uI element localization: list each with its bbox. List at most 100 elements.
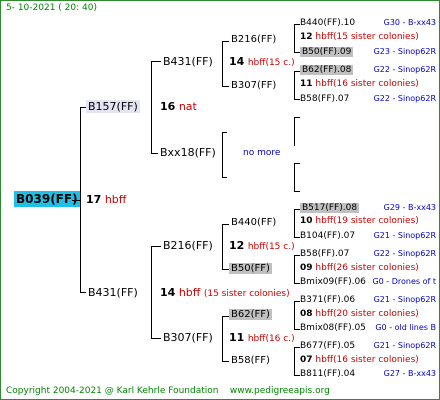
connector (222, 316, 223, 362)
gen4-queen-11[interactable]: B811(FF).04 (300, 369, 355, 379)
gen4-queen-4[interactable]: B517(FF).08 (300, 203, 360, 213)
connector (80, 292, 86, 293)
gen4-queen-6[interactable]: B58(FF).07 (300, 249, 349, 259)
connector (151, 338, 161, 339)
connector (222, 132, 227, 133)
gen2-number-0: 14 (229, 55, 245, 68)
connector (294, 329, 300, 330)
gen2-queen-0[interactable]: B431(FF) (161, 55, 215, 68)
connector (294, 99, 300, 100)
gen4-row-6: B58(FF).07 G22 - Sinop62R (300, 249, 438, 259)
connector (80, 107, 81, 293)
connector (222, 41, 223, 87)
connector (294, 24, 295, 53)
gen3-queen-1[interactable]: B307(FF) (229, 80, 278, 91)
root-nat: hbff (104, 193, 127, 206)
gen3-number-5: 07 (300, 355, 313, 365)
gen4-queen-7[interactable]: Bmix09(FF).06 (300, 277, 366, 287)
connector (294, 283, 300, 284)
connector (222, 132, 223, 178)
gen1-info-0: 16 nat (160, 100, 197, 113)
gen4-row-9: Bmix08(FF).05 G0 - old lines B (300, 323, 438, 333)
gen4-info-2: G22 - Sinop62R (373, 65, 436, 74)
gen3-sisters-0: (15 sister colonies) (333, 32, 419, 42)
site-link[interactable]: www.pedigreeapis.org (230, 386, 330, 396)
gen3-sisters-3: (26 sister colonies) (333, 263, 419, 273)
connector (151, 61, 152, 154)
gen2-number-3: 11 (229, 331, 245, 344)
gen4-info-6: G22 - Sinop62R (373, 249, 436, 258)
gen2-queen-1[interactable]: Bxx18(FF) (158, 146, 218, 159)
connector (151, 61, 161, 62)
gen4-info-7: G0 - Drones of t (372, 277, 436, 286)
gen2-nat-2: hbff (247, 242, 266, 252)
connector (294, 163, 300, 164)
gen2-info-3: 11 hbff(16 c.) (229, 331, 295, 344)
connector (294, 301, 300, 302)
gen3-info-5: 07 hbff(16 sister colonies) (300, 355, 419, 365)
gen4-queen-5[interactable]: B104(FF).07 (300, 231, 355, 241)
connector (294, 71, 295, 100)
gen4-row-5: B104(FF).07 G21 - Sinop62R (300, 231, 438, 241)
gen1-queen-1[interactable]: B431(FF) (86, 286, 140, 299)
gen3-nat-4: hbff (315, 309, 334, 319)
connector (222, 41, 229, 42)
connector (294, 301, 295, 330)
gen4-row-2: B62(FF).08 G22 - Sinop62R (300, 65, 438, 75)
connector (294, 163, 295, 192)
gen4-queen-9[interactable]: Bmix08(FF).05 (300, 323, 366, 333)
gen2-queen-2[interactable]: B216(FF) (161, 239, 215, 252)
gen4-row-8: B371(FF).06 G21 - Sinop62R (300, 295, 438, 305)
gen4-info-4: G29 - B-xx43 (383, 203, 436, 212)
gen2-info-2: 12 hbff(15 c.) (229, 239, 295, 252)
connector (222, 86, 229, 87)
gen3-queen-0[interactable]: B216(FF) (229, 34, 278, 45)
gen1-queen-0[interactable]: B157(FF) (86, 100, 140, 113)
gen4-row-10: B677(FF).05 G21 - Sinop62R (300, 341, 438, 351)
gen4-queen-2[interactable]: B62(FF).08 (300, 65, 354, 75)
gen4-info-9: G0 - old lines B (375, 323, 436, 332)
gen4-row-7: Bmix09(FF).06 G0 - Drones of t (300, 277, 438, 287)
connector (294, 209, 295, 238)
connector (222, 177, 227, 178)
gen3-info-0: 12 hbff(15 sister colonies) (300, 32, 419, 42)
gen2-info-0: 14 hbff(15 c.) (229, 55, 295, 68)
connector (294, 209, 300, 210)
gen4-row-1: B50(FF).09 G23 - Sinop62R (300, 47, 438, 57)
gen1-number-1: 14 (160, 286, 176, 299)
gen4-queen-1[interactable]: B50(FF).09 (300, 47, 354, 57)
gen2-queen-3[interactable]: B307(FF) (161, 331, 215, 344)
generation-date: 5- 10-2021 ( 20: 40) (6, 3, 97, 13)
gen4-info-11: G27 - B-xx43 (383, 369, 436, 378)
connector (80, 107, 86, 108)
connector (294, 255, 295, 284)
gen4-queen-10[interactable]: B677(FF).05 (300, 341, 355, 351)
gen3-number-3: 09 (300, 263, 313, 273)
gen3-queen-2[interactable]: B440(FF) (229, 217, 278, 228)
gen3-info-1: 11 hbff(16 sister colonies) (300, 79, 419, 89)
connector (294, 71, 300, 72)
connector (151, 246, 152, 339)
gen2-number-2: 12 (229, 239, 245, 252)
gen4-info-3: G22 - Sinop62R (373, 94, 436, 103)
connector (294, 24, 300, 25)
gen3-queen-5[interactable]: B58(FF) (229, 355, 272, 366)
gen3-info-2: 10 hbff(19 sister colonies) (300, 216, 419, 226)
gen3-queen-3[interactable]: B50(FF) (229, 263, 272, 274)
gen1-nat-1: hbff (178, 286, 201, 299)
no-more-label: no more (243, 148, 281, 158)
gen4-queen-0[interactable]: B440(FF).10 (300, 18, 355, 28)
queen-root[interactable]: B039(FF) (14, 191, 80, 207)
root-info: 17 hbff (86, 193, 126, 206)
gen3-queen-4[interactable]: B62(FF) (229, 309, 272, 320)
gen4-queen-3[interactable]: B58(FF).07 (300, 94, 349, 104)
gen4-info-0: G30 - B-xx43 (383, 18, 436, 27)
gen1-info-1: 14 hbff (15 sister colonies) (160, 286, 290, 299)
gen3-sisters-2: (19 sister colonies) (333, 216, 419, 226)
connector (222, 224, 223, 270)
gen4-queen-8[interactable]: B371(FF).06 (300, 295, 355, 305)
gen3-sisters-1: (16 sister colonies) (333, 79, 419, 89)
gen3-info-4: 08 hbff(20 sister colonies) (300, 309, 419, 319)
gen4-row-11: B811(FF).04 G27 - B-xx43 (300, 369, 438, 379)
gen3-nat-1: hbff (315, 79, 334, 89)
